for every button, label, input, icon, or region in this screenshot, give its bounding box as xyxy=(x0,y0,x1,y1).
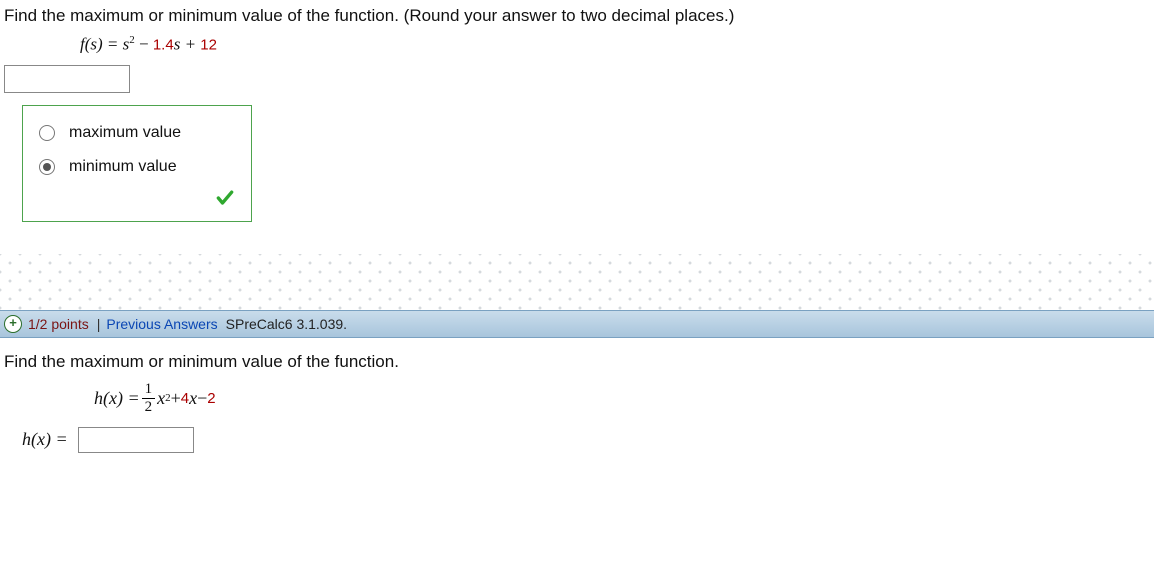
q1-eq-coef: 1.4 xyxy=(153,37,174,54)
q2-eq-mid2: − xyxy=(197,388,207,409)
radio-checked-icon[interactable] xyxy=(39,159,55,175)
q1-choice-min-label: minimum value xyxy=(69,158,177,176)
q2-frac-top: 1 xyxy=(142,382,156,399)
correct-indicator xyxy=(33,188,241,213)
q1-choice-max[interactable]: maximum value xyxy=(33,120,241,154)
check-icon xyxy=(215,188,235,208)
q1-equation: f(s) = s2 − 1.4s + 12 xyxy=(0,26,1154,65)
q2-eq-lhs: h(x) = xyxy=(94,388,140,409)
q2-eq-coef1: 4 xyxy=(181,390,189,407)
q2-prompt: Find the maximum or minimum value of the… xyxy=(0,338,1154,372)
question-ref: SPreCalc6 3.1.039. xyxy=(226,316,347,332)
q1-eq-mid: − xyxy=(135,35,153,54)
question-header: + 1/2 points | Previous Answers SPreCalc… xyxy=(0,310,1154,338)
q1-answer-input[interactable] xyxy=(4,65,130,93)
q1-choice-max-label: maximum value xyxy=(69,124,181,142)
q1-eq-lhs: f(s) = s xyxy=(80,35,129,54)
q2-equation: h(x) = 1 2 x2 + 4 x − 2 xyxy=(0,372,1154,423)
q2-answer-row: h(x) = xyxy=(0,423,1154,453)
points-label: 1/2 points xyxy=(28,316,89,332)
decorative-separator xyxy=(0,254,1154,310)
previous-answers-link[interactable]: Previous Answers xyxy=(106,316,217,332)
radio-unchecked-icon[interactable] xyxy=(39,125,55,141)
q1-choice-min[interactable]: minimum value xyxy=(33,154,241,188)
q1-eq-after-coef: s + xyxy=(174,35,201,54)
q2-eq-x: x xyxy=(157,388,165,409)
header-sep: | xyxy=(97,316,101,332)
q1-prompt: Find the maximum or minimum value of the… xyxy=(0,0,1154,26)
q1-eq-const: 12 xyxy=(200,37,217,54)
q2-eq-const: 2 xyxy=(207,390,215,407)
q1-choice-box: maximum value minimum value xyxy=(22,105,252,222)
q2-answer-input[interactable] xyxy=(78,427,194,453)
q2-eq-frac: 1 2 xyxy=(142,382,156,415)
q2-eq-x2: x xyxy=(189,388,197,409)
q2-eq-mid1: + xyxy=(171,388,181,409)
q1-answer-field-wrap xyxy=(0,65,1154,93)
expand-icon[interactable]: + xyxy=(4,315,22,333)
q2-answer-label: h(x) = xyxy=(22,429,68,450)
q2-frac-bot: 2 xyxy=(145,399,153,415)
